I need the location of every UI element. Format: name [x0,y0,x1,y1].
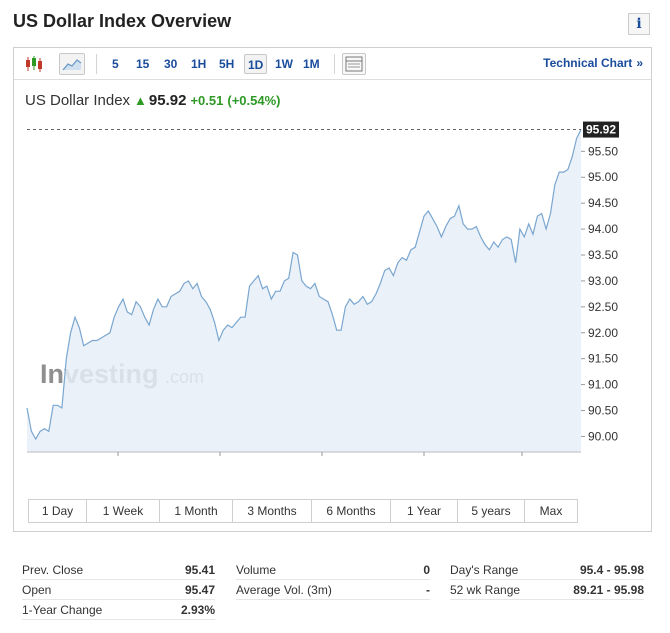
timeframe-5h[interactable]: 5H [216,54,237,74]
technical-chart-label: Technical Chart [543,56,633,70]
instrument-name: US Dollar Index [25,92,131,109]
stat-row: 1-Year Change 2.93% [22,600,215,620]
range-button[interactable]: 6 Months [312,500,391,522]
page-title: US Dollar Index Overview [13,11,232,31]
stats-column-1: Prev. Close 95.41 Open 95.47 1-Year Change 2.… [22,560,215,620]
timeframe-30[interactable]: 30 [161,54,180,74]
price-chart[interactable]: Investing.com95.5095.0094.5094.0093.5093… [14,118,651,458]
timeframe-5[interactable]: 5 [109,54,122,74]
timeframe-1w[interactable]: 1W [272,54,296,74]
last-price-label: 95.92 [586,123,616,137]
stat-row: Average Vol. (3m) - [236,580,430,600]
up-arrow-icon: ▲ [134,93,147,108]
technical-chart-link[interactable]: Technical Chart» [543,56,643,70]
last-price: 95.92 [148,92,187,109]
stat-label: 52 wk Range [450,583,521,597]
y-tick-label: 91.50 [588,352,618,366]
range-button[interactable]: 1 Year [391,500,458,522]
stat-label: Average Vol. (3m) [236,583,332,597]
stat-value: 89.21 - 95.98 [573,583,644,597]
chart-panel: 5 15 30 1H 5H 1D 1W 1M Technical Chart» … [13,47,652,532]
range-button[interactable]: 1 Week [87,500,160,522]
stat-label: Day's Range [450,563,519,577]
y-tick-label: 93.50 [588,248,618,262]
toolbar-divider [334,54,335,74]
stat-row: Volume 0 [236,560,430,580]
chart-toolbar: 5 15 30 1H 5H 1D 1W 1M Technical Chart» [14,48,651,80]
y-tick-label: 91.00 [588,378,618,392]
timeframe-15[interactable]: 15 [133,54,152,74]
stat-label: 1-Year Change [22,603,103,617]
stat-row: Day's Range 95.4 - 95.98 [450,560,644,580]
range-selector: 1 Day 1 Week 1 Month 3 Months 6 Months 1 Year… [28,499,578,523]
stat-row: Open 95.47 [22,580,215,600]
price-change-percent: (+0.54%) [227,93,281,108]
range-button[interactable]: 1 Day [29,500,87,522]
table-view-icon[interactable] [342,53,366,75]
timeframe-1m[interactable]: 1M [300,54,323,74]
range-button[interactable]: Max [525,500,577,522]
y-tick-label: 90.00 [588,429,618,443]
y-tick-label: 92.00 [588,326,618,340]
double-chevron-right-icon: » [636,56,643,70]
stat-value: 95.4 - 95.98 [579,563,644,577]
y-tick-label: 94.50 [588,196,618,210]
y-tick-label: 94.00 [588,222,618,236]
y-tick-label: 93.00 [588,274,618,288]
area-chart-icon[interactable] [59,53,85,75]
stat-label: Open [22,583,52,597]
y-tick-label: 92.50 [588,300,618,314]
range-button[interactable]: 1 Month [160,500,233,522]
y-tick-label: 90.50 [588,404,618,418]
toolbar-divider [96,54,97,74]
stats-column-3: Day's Range 95.4 - 95.98 52 wk Range 89.21 … [450,560,644,600]
y-tick-label: 95.00 [588,170,618,184]
range-button[interactable]: 3 Months [233,500,312,522]
quote-line: US Dollar Index ▲ 95.92 +0.51 (+0.54%) [25,92,281,109]
timeframe-1h[interactable]: 1H [188,54,209,74]
timeframe-1d[interactable]: 1D [244,54,268,74]
stats-column-2: Volume 0 Average Vol. (3m) - [236,560,430,600]
y-tick-label: 95.50 [588,144,618,158]
price-change: +0.51 [190,93,224,108]
stat-value: 2.93% [180,603,215,617]
stat-label: Volume [236,563,277,577]
range-button[interactable]: 5 years [458,500,525,522]
info-button[interactable]: i [628,13,650,35]
stat-value: 95.47 [184,583,215,597]
stat-value: 95.41 [184,563,215,577]
stat-value: - [426,583,430,597]
stat-row: 52 wk Range 89.21 - 95.98 [450,580,644,600]
candlestick-chart-icon[interactable] [22,53,48,75]
area-fill [27,129,581,452]
stat-row: Prev. Close 95.41 [22,560,215,580]
stat-value: 0 [423,563,430,577]
stat-label: Prev. Close [22,563,84,577]
